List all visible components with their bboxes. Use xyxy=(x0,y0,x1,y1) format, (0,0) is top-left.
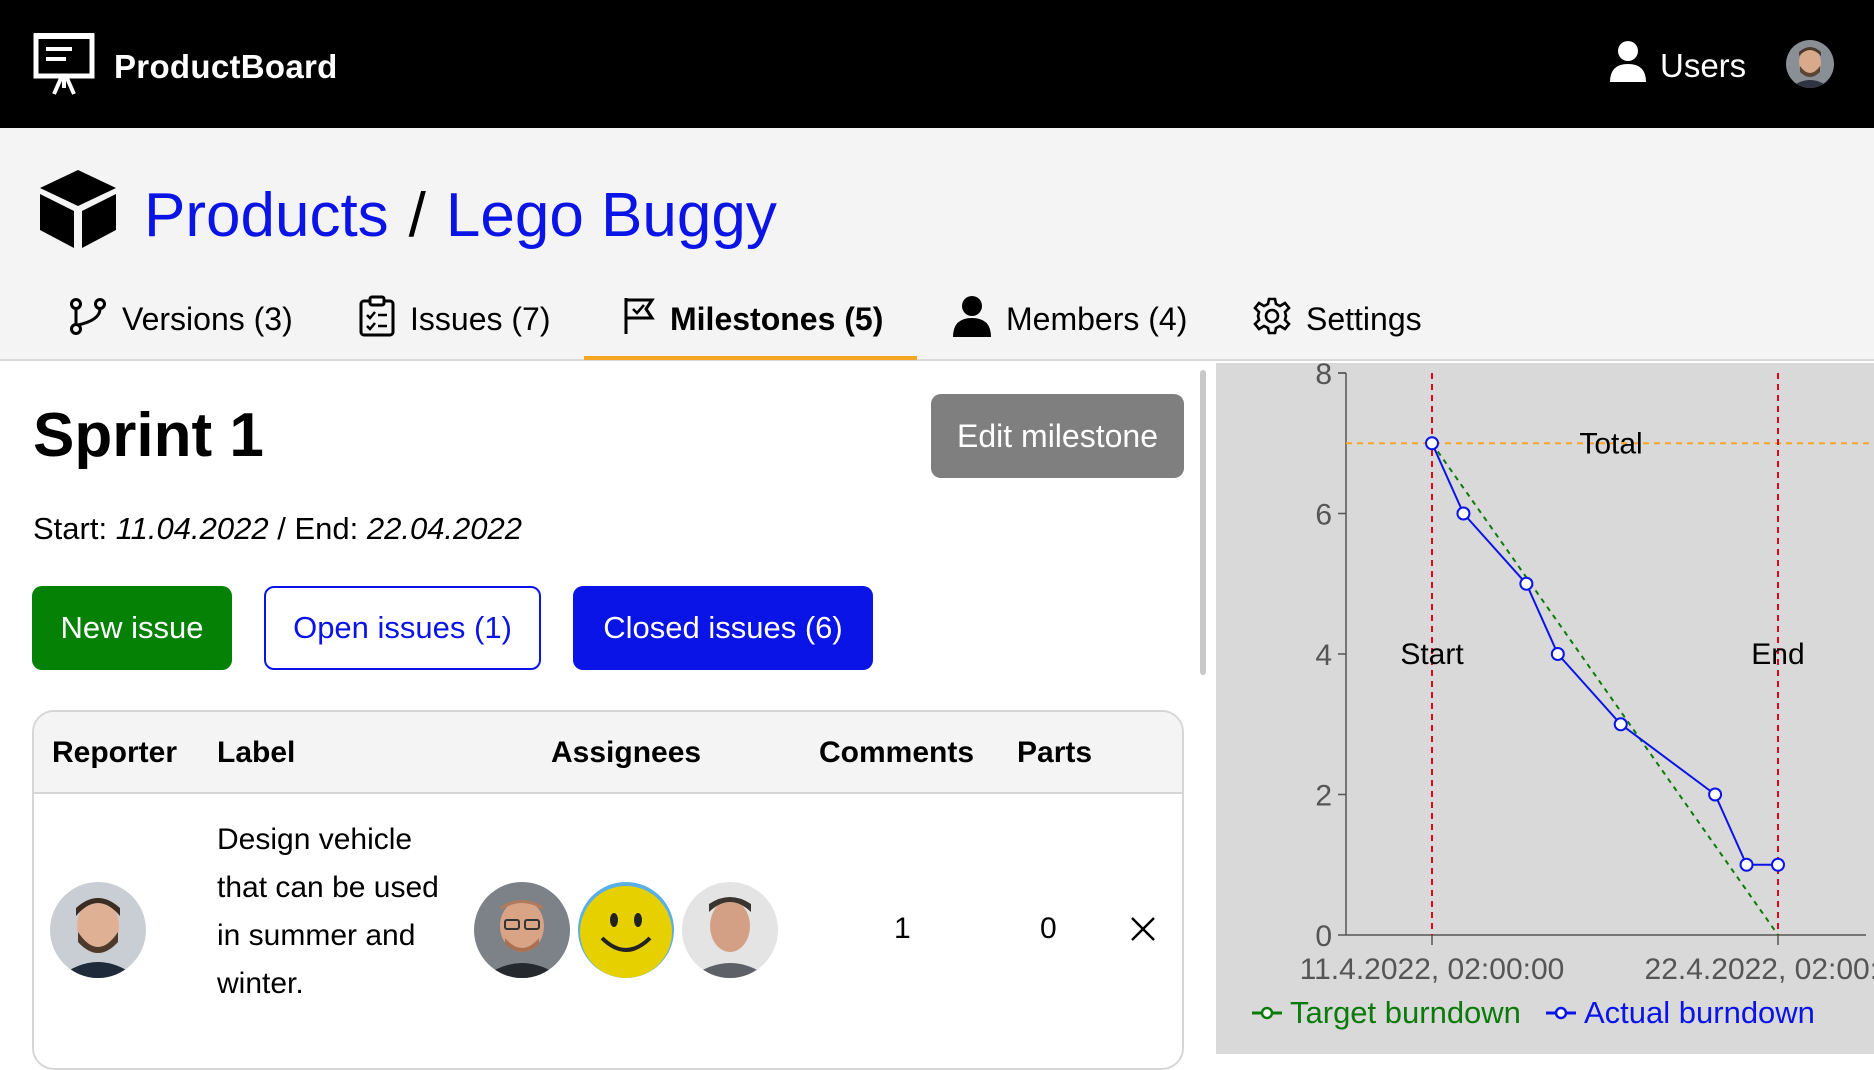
users-label: Users xyxy=(1660,47,1747,84)
brand[interactable]: ProductBoard xyxy=(32,32,338,101)
top-bar: ProductBoard Users xyxy=(0,0,1874,128)
users-link[interactable]: Users xyxy=(1608,40,1746,92)
product-header: Products / Lego Buggy Versions (3) Issue… xyxy=(0,128,1874,361)
current-user-avatar[interactable] xyxy=(1786,40,1834,88)
tab-versions[interactable]: Versions (3) xyxy=(68,278,293,361)
cube-icon xyxy=(36,166,120,265)
edit-milestone-button[interactable]: Edit milestone xyxy=(931,394,1184,478)
col-label: Label xyxy=(217,736,296,769)
actual-burndown-line xyxy=(1431,442,1778,866)
x-tick-label: 11.4.2022, 02:00:00 xyxy=(1300,953,1565,986)
end-date: 22.04.2022 xyxy=(366,511,523,546)
table-header: Reporter Label Assignees Comments Parts xyxy=(34,712,1182,794)
brand-name: ProductBoard xyxy=(114,47,338,85)
actual-burndown-point xyxy=(1425,436,1439,451)
breadcrumb-product-link[interactable]: Lego Buggy xyxy=(446,180,777,251)
product-tabs: Versions (3) Issues (7) Milestones (5) M… xyxy=(0,278,1874,361)
actual-burndown-point xyxy=(1771,857,1785,872)
x-tick-label: 22.4.2022, 02:00:00 xyxy=(1645,953,1874,986)
tab-issues[interactable]: Issues (7) xyxy=(358,278,550,361)
actual-burndown-point xyxy=(1456,506,1471,521)
new-issue-button[interactable]: New issue xyxy=(32,586,232,670)
target-burndown-line xyxy=(1431,442,1779,936)
issue-label[interactable]: Design vehicle that can be used in summe… xyxy=(217,816,447,1008)
assignee-avatar[interactable] xyxy=(682,882,778,978)
tab-label: Versions (3) xyxy=(122,301,293,337)
end-label: End: xyxy=(294,511,359,546)
col-reporter: Reporter xyxy=(52,736,178,769)
col-assignees: Assignees xyxy=(551,736,702,769)
tab-label: Milestones (5) xyxy=(670,301,884,337)
actual-burndown-point xyxy=(1739,857,1754,872)
burndown-chart: 0 2 4 6 8 11.4.2022, 02:00:00 22.4.2022, 02:00… xyxy=(1252,358,1874,1030)
person-icon xyxy=(952,295,1006,345)
col-parts: Parts xyxy=(1017,736,1093,769)
assignee-avatar[interactable] xyxy=(474,882,570,978)
gear-icon xyxy=(1252,296,1306,344)
scrollbar[interactable] xyxy=(1200,370,1206,675)
tab-members[interactable]: Members (4) xyxy=(952,278,1187,361)
tab-milestones[interactable]: Milestones (5) xyxy=(622,278,883,361)
branch-icon xyxy=(68,296,122,344)
issue-parts: 0 xyxy=(1040,912,1057,945)
legend-label: Target burndown xyxy=(1290,995,1521,1030)
table-row[interactable]: Design vehicle that can be used in summe… xyxy=(34,794,1182,1068)
breadcrumb: Products / Lego Buggy xyxy=(36,166,777,265)
legend-label: Actual burndown xyxy=(1584,995,1815,1030)
y-tick-label: 2 xyxy=(1315,780,1332,813)
actual-burndown-point xyxy=(1550,647,1565,661)
actual-burndown-point xyxy=(1519,576,1534,591)
legend-swatch-point xyxy=(1260,1006,1274,1020)
assignee-smiley-avatar[interactable] xyxy=(578,882,674,978)
tab-label: Settings xyxy=(1306,301,1422,337)
col-comments: Comments xyxy=(819,736,975,769)
user-icon xyxy=(1608,40,1648,92)
actual-burndown-point xyxy=(1613,717,1628,732)
breadcrumb-products-link[interactable]: Products xyxy=(144,180,389,251)
breadcrumb-separator: / xyxy=(408,181,426,250)
burndown-chart-pane: 0 2 4 6 8 11.4.2022, 02:00:00 22.4.2022, 02:00… xyxy=(1216,358,1874,1054)
y-tick-label: 6 xyxy=(1315,499,1332,532)
open-issues-button[interactable]: Open issues (1) xyxy=(264,586,541,670)
actual-burndown-point xyxy=(1708,787,1723,802)
reporter-avatar[interactable] xyxy=(50,882,146,978)
start-label: Start: xyxy=(33,511,108,546)
milestone-title: Sprint 1 xyxy=(33,401,264,470)
y-tick-label: 0 xyxy=(1315,920,1332,953)
start-date: 11.04.2022 xyxy=(115,511,269,546)
active-tab-indicator xyxy=(584,356,917,360)
issues-table: Reporter Label Assignees Comments Parts … xyxy=(32,710,1184,1070)
date-separator: / xyxy=(277,511,286,546)
marker-label: Start xyxy=(1400,638,1464,671)
tab-label: Members (4) xyxy=(1006,301,1188,337)
y-tick-label: 8 xyxy=(1315,363,1332,391)
closed-issues-button[interactable]: Closed issues (6) xyxy=(573,586,873,670)
presentation-board-icon xyxy=(32,32,96,101)
flag-icon xyxy=(622,296,670,344)
tab-label: Issues (7) xyxy=(410,301,551,337)
clipboard-icon xyxy=(358,295,410,345)
y-tick-label: 4 xyxy=(1315,639,1332,672)
total-label: Total xyxy=(1579,427,1642,460)
milestone-dates: Start: 11.04.2022 / End: 22.04.2022 xyxy=(33,511,522,547)
close-icon[interactable] xyxy=(1130,916,1156,950)
marker-label: End xyxy=(1751,638,1804,671)
issue-comments: 1 xyxy=(894,912,911,945)
tab-settings[interactable]: Settings xyxy=(1252,278,1422,361)
legend-swatch-point xyxy=(1554,1006,1568,1020)
